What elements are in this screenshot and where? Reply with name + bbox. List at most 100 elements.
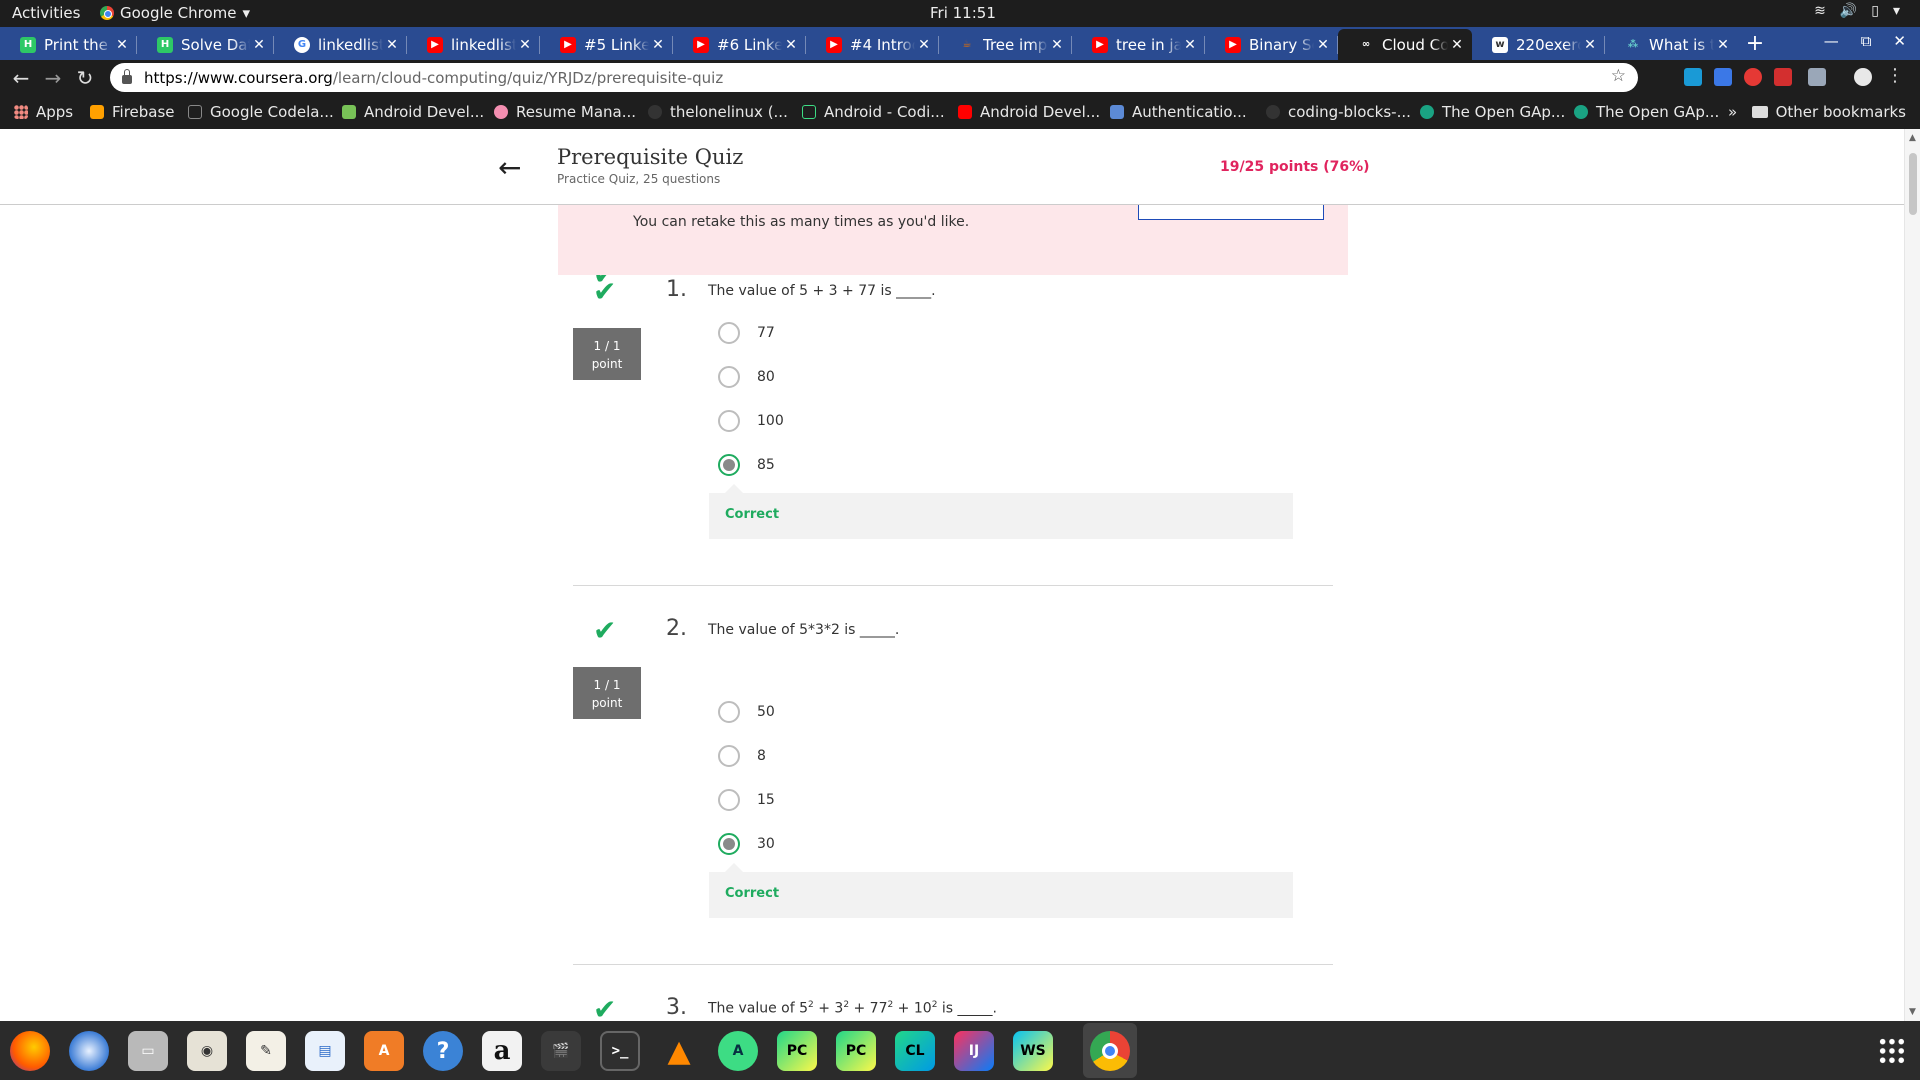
tab-12[interactable]: ⁂ What is th ✕ — [1605, 29, 1738, 60]
android-studio-icon[interactable]: A — [718, 1031, 758, 1071]
close-icon[interactable]: ✕ — [782, 37, 800, 53]
tab-8[interactable]: ▶ tree in jav ✕ — [1072, 29, 1205, 60]
clock[interactable]: Fri 11:51 — [930, 4, 996, 22]
extension-icon[interactable] — [1774, 68, 1792, 86]
close-icon[interactable]: ✕ — [1181, 37, 1199, 53]
software-center-icon[interactable]: A — [364, 1031, 404, 1071]
text-editor-icon[interactable]: ✎ — [246, 1031, 286, 1071]
reload-icon[interactable]: ↻ — [72, 65, 98, 91]
tab-10-active[interactable]: ∞ Cloud Com ✕ — [1338, 29, 1472, 60]
tab-11[interactable]: w 220exerci ✕ — [1472, 29, 1605, 60]
radio-button[interactable] — [718, 789, 740, 811]
extension-icon[interactable] — [1714, 68, 1732, 86]
menu-dots-icon[interactable]: ⋮ — [1886, 65, 1904, 86]
tab-7[interactable]: ☕ Tree imple ✕ — [939, 29, 1072, 60]
option-q2-d[interactable]: 30 — [718, 832, 775, 856]
vlc-icon[interactable]: ▲ — [659, 1031, 699, 1071]
close-icon[interactable]: ✕ — [1314, 37, 1332, 53]
extension-icon[interactable] — [1684, 68, 1702, 86]
extension-icon[interactable] — [1744, 68, 1762, 86]
bookmark-apps[interactable]: Apps — [14, 103, 73, 121]
radio-button[interactable] — [718, 410, 740, 432]
tab-1[interactable]: H Solve Data ✕ — [137, 29, 274, 60]
bookmark-authentication[interactable]: Authenticatio... — [1110, 103, 1247, 121]
bookmark-coding-blocks[interactable]: coding-blocks-... — [1266, 103, 1411, 121]
pycharm-professional-icon[interactable]: PC — [836, 1031, 876, 1071]
minimize-icon[interactable]: — — [1824, 32, 1839, 50]
option-q1-b[interactable]: 80 — [718, 365, 775, 389]
bookmark-android-codi[interactable]: Android - Codi... — [802, 103, 945, 121]
close-icon[interactable]: ✕ — [383, 37, 401, 53]
close-icon[interactable]: ✕ — [1048, 37, 1066, 53]
bookmarks-overflow[interactable]: » — [1728, 103, 1737, 121]
extension-icon[interactable] — [1808, 68, 1826, 86]
intellij-icon[interactable]: IJ — [954, 1031, 994, 1071]
option-q1-c[interactable]: 100 — [718, 409, 784, 433]
firefox-icon[interactable] — [10, 1031, 50, 1071]
bookmark-codelabs[interactable]: Google Codela... — [188, 103, 334, 121]
amazon-icon[interactable]: a — [482, 1031, 522, 1071]
thunderbird-icon[interactable] — [69, 1031, 109, 1071]
radio-button-selected[interactable] — [718, 833, 740, 855]
chrome-icon[interactable] — [1090, 1031, 1130, 1071]
tab-5[interactable]: ▶ #6 Linked ✕ — [673, 29, 806, 60]
radio-button[interactable] — [718, 366, 740, 388]
bookmark-android-devel[interactable]: Android Devel... — [342, 103, 484, 121]
close-icon[interactable]: ✕ — [1448, 37, 1466, 53]
tab-4[interactable]: ▶ #5 Linked ✕ — [540, 29, 673, 60]
tab-0[interactable]: H Print the E ✕ — [0, 29, 137, 60]
back-arrow-icon[interactable]: ← — [498, 151, 521, 184]
forward-icon[interactable]: → — [40, 65, 66, 91]
tab-9[interactable]: ▶ Binary Sea ✕ — [1205, 29, 1338, 60]
bookmark-android-devel-2[interactable]: Android Devel... — [958, 103, 1100, 121]
close-icon[interactable]: ✕ — [516, 37, 534, 53]
other-bookmarks[interactable]: Other bookmarks — [1751, 103, 1906, 121]
show-applications-icon[interactable] — [1878, 1037, 1906, 1065]
profile-avatar-icon[interactable] — [1854, 68, 1872, 86]
rhythmbox-icon[interactable]: ◉ — [187, 1031, 227, 1071]
bookmark-opengapps-1[interactable]: The Open GAp... — [1420, 103, 1565, 121]
radio-button[interactable] — [718, 322, 740, 344]
bookmark-star-icon[interactable]: ☆ — [1611, 66, 1626, 86]
bookmark-resume[interactable]: Resume Mana... — [494, 103, 636, 121]
bookmark-firebase[interactable]: Firebase — [90, 103, 175, 121]
retake-button[interactable] — [1138, 205, 1324, 220]
option-q2-b[interactable]: 8 — [718, 744, 766, 768]
tab-6[interactable]: ▶ #4 Introdu ✕ — [806, 29, 939, 60]
tab-2[interactable]: G linkedlist ✕ — [274, 29, 407, 60]
close-icon[interactable]: ✕ — [250, 37, 268, 53]
close-icon[interactable]: ✕ — [915, 37, 933, 53]
scroll-up-icon[interactable]: ▲ — [1909, 133, 1916, 143]
option-q2-c[interactable]: 15 — [718, 788, 775, 812]
back-icon[interactable]: ← — [8, 65, 34, 91]
webstorm-icon[interactable]: WS — [1013, 1031, 1053, 1071]
radio-button[interactable] — [718, 701, 740, 723]
new-tab-button[interactable]: + — [1742, 31, 1768, 57]
activities-button[interactable]: Activities — [12, 4, 80, 22]
restore-icon[interactable]: ⧉ — [1861, 32, 1872, 50]
option-q1-d[interactable]: 85 — [718, 453, 775, 477]
system-tray[interactable]: ≋ 🔊 ▯ ▾ — [1814, 3, 1900, 19]
video-editor-icon[interactable]: 🎬 — [541, 1031, 581, 1071]
close-icon[interactable]: ✕ — [1581, 37, 1599, 53]
option-q1-a[interactable]: 77 — [718, 321, 775, 345]
scroll-down-icon[interactable]: ▼ — [1909, 1007, 1916, 1017]
terminal-icon[interactable]: >_ — [600, 1031, 640, 1071]
radio-button-selected[interactable] — [718, 454, 740, 476]
files-icon[interactable]: ▭ — [128, 1031, 168, 1071]
tab-3[interactable]: ▶ linkedlist ✕ — [407, 29, 540, 60]
app-menu[interactable]: Google Chrome ▾ — [100, 4, 250, 22]
radio-button[interactable] — [718, 745, 740, 767]
address-bar[interactable]: https://www.coursera.org/learn/cloud-com… — [110, 63, 1638, 92]
help-icon[interactable]: ? — [423, 1031, 463, 1071]
close-icon[interactable]: ✕ — [1714, 37, 1732, 53]
close-icon[interactable]: ✕ — [649, 37, 667, 53]
close-window-icon[interactable]: ✕ — [1893, 32, 1906, 50]
scroll-thumb[interactable] — [1909, 153, 1917, 215]
bookmark-opengapps-2[interactable]: The Open GAp... — [1574, 103, 1719, 121]
option-q2-a[interactable]: 50 — [718, 700, 775, 724]
page-scrollbar[interactable]: ▲ ▼ — [1904, 129, 1920, 1021]
close-icon[interactable]: ✕ — [113, 37, 131, 53]
pycharm-community-icon[interactable]: PC — [777, 1031, 817, 1071]
clion-icon[interactable]: CL — [895, 1031, 935, 1071]
